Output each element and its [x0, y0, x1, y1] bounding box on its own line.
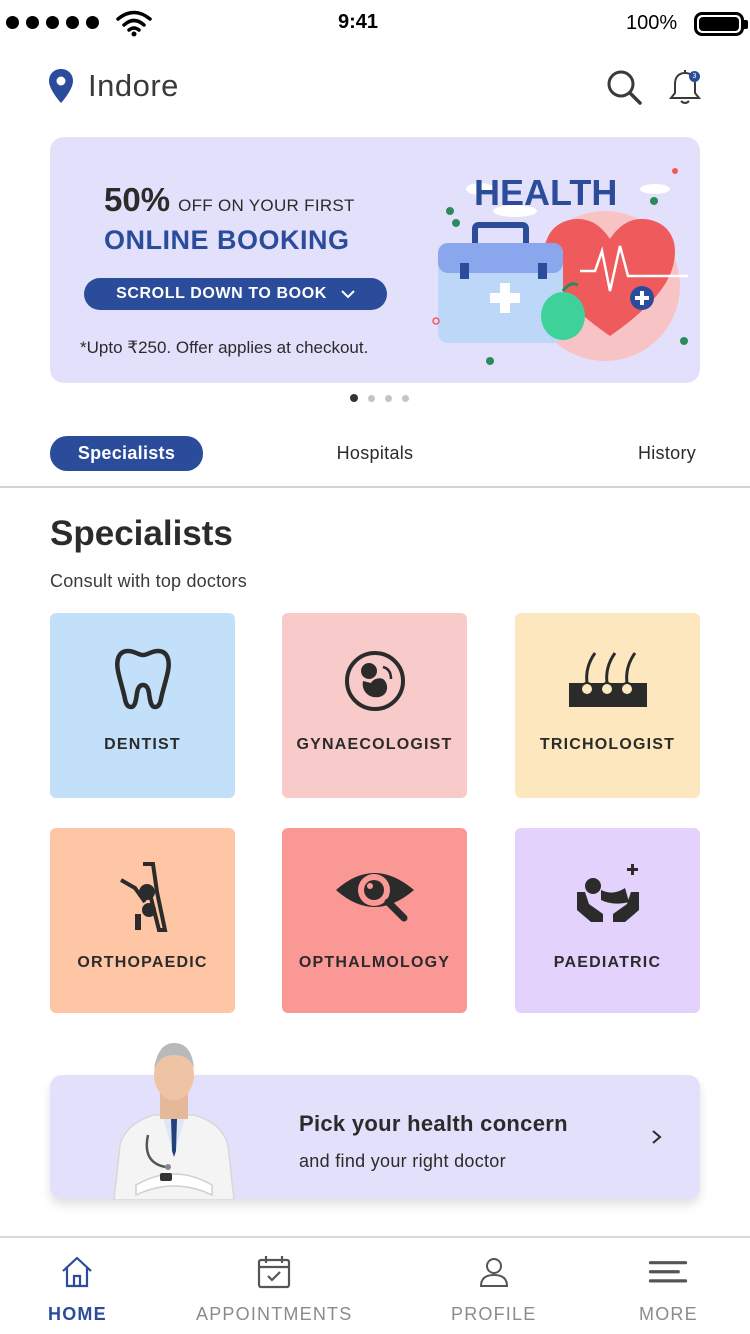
health-illustration: HEALTH	[432, 168, 688, 365]
card-label: OPTHALMOLOGY	[298, 954, 451, 971]
user-icon	[479, 1258, 508, 1287]
tab-history[interactable]: History	[620, 436, 714, 471]
promo-note: *Upto ₹250. Offer applies at checkout.	[80, 338, 369, 357]
notification-badge: 3	[689, 71, 700, 82]
scroll-down-label: SCROLL DOWN TO BOOK	[116, 285, 327, 302]
concern-title: Pick your health concern	[299, 1111, 568, 1136]
battery-percentage: 100%	[626, 12, 678, 34]
tab-divider	[0, 486, 750, 488]
nav-more[interactable]: MORE	[639, 1252, 698, 1325]
tooth-icon	[114, 648, 171, 710]
art-health-text: HEALTH	[474, 172, 617, 213]
status-time: 9:41	[337, 11, 379, 33]
home-icon	[62, 1256, 93, 1288]
tab-hospitals[interactable]: Hospitals	[320, 436, 430, 471]
card-label: DENTIST	[104, 736, 181, 753]
card-label: TRICHOLOGIST	[539, 736, 676, 753]
location-pin-icon	[49, 69, 73, 103]
carousel-dot[interactable]	[368, 394, 375, 402]
search-icon[interactable]	[604, 68, 644, 108]
chevron-down-icon	[341, 290, 355, 299]
menu-icon	[649, 1261, 688, 1283]
status-bar: 9:41 100%	[0, 0, 750, 46]
promo-off-text: OFF ON YOUR FIRST	[178, 196, 355, 215]
card-dentist[interactable]: DENTIST	[50, 613, 235, 798]
card-label: PAEDIATRIC	[553, 954, 662, 971]
carousel-pagination[interactable]	[350, 394, 409, 402]
concern-subtitle: and find your right doctor	[299, 1151, 506, 1171]
notifications-button[interactable]: 3	[668, 68, 704, 108]
location-selector[interactable]: Indore	[48, 68, 179, 104]
chevron-right-icon	[652, 1130, 662, 1144]
doctor-illustration	[113, 1043, 235, 1200]
card-gynaecologist[interactable]: GYNAECOLOGIST	[282, 613, 467, 798]
eye-magnifier-icon	[335, 873, 414, 922]
promo-offer-line: 50% OFF ON YOUR FIRST	[104, 181, 355, 219]
location-name: Indore	[88, 68, 179, 103]
hair-follicle-icon	[568, 652, 647, 707]
card-label: GYNAECOLOGIST	[296, 736, 453, 753]
fetus-icon	[344, 651, 405, 711]
carousel-dot[interactable]	[385, 394, 392, 402]
card-orthopaedic[interactable]: ORTHOPAEDIC	[50, 828, 235, 1013]
carousel-dot[interactable]	[402, 394, 409, 402]
card-trichologist[interactable]: TRICHOLOGIST	[515, 613, 700, 798]
scroll-down-button[interactable]: SCROLL DOWN TO BOOK	[84, 278, 387, 310]
nav-label: MORE	[639, 1304, 698, 1324]
baby-hands-icon	[576, 864, 639, 922]
nav-label: PROFILE	[451, 1304, 537, 1324]
card-opthalmology[interactable]: OPTHALMOLOGY	[282, 828, 467, 1013]
section-subtitle: Consult with top doctors	[50, 571, 247, 591]
promo-headline: ONLINE BOOKING	[104, 225, 350, 255]
tab-specialists[interactable]: Specialists	[50, 436, 203, 471]
nav-home[interactable]: HOME	[48, 1252, 107, 1325]
knee-joint-icon	[119, 862, 167, 932]
nav-appointments[interactable]: APPOINTMENTS	[196, 1252, 352, 1325]
nav-label: HOME	[48, 1304, 107, 1324]
card-label: ORTHOPAEDIC	[77, 954, 208, 971]
nav-label: APPOINTMENTS	[196, 1304, 353, 1324]
section-title: Specialists	[50, 514, 233, 553]
battery-icon	[694, 12, 748, 36]
nav-profile[interactable]: PROFILE	[451, 1252, 536, 1325]
card-paediatric[interactable]: PAEDIATRIC	[515, 828, 700, 1013]
promo-percent: 50%	[104, 181, 171, 218]
bottom-navigation: HOME APPOINTMENTS PROFILE MORE	[0, 1236, 750, 1334]
promo-banner[interactable]: 50% OFF ON YOUR FIRST ONLINE BOOKING SCR…	[50, 137, 700, 383]
carousel-dot-active[interactable]	[350, 394, 358, 402]
calendar-icon	[258, 1256, 291, 1289]
